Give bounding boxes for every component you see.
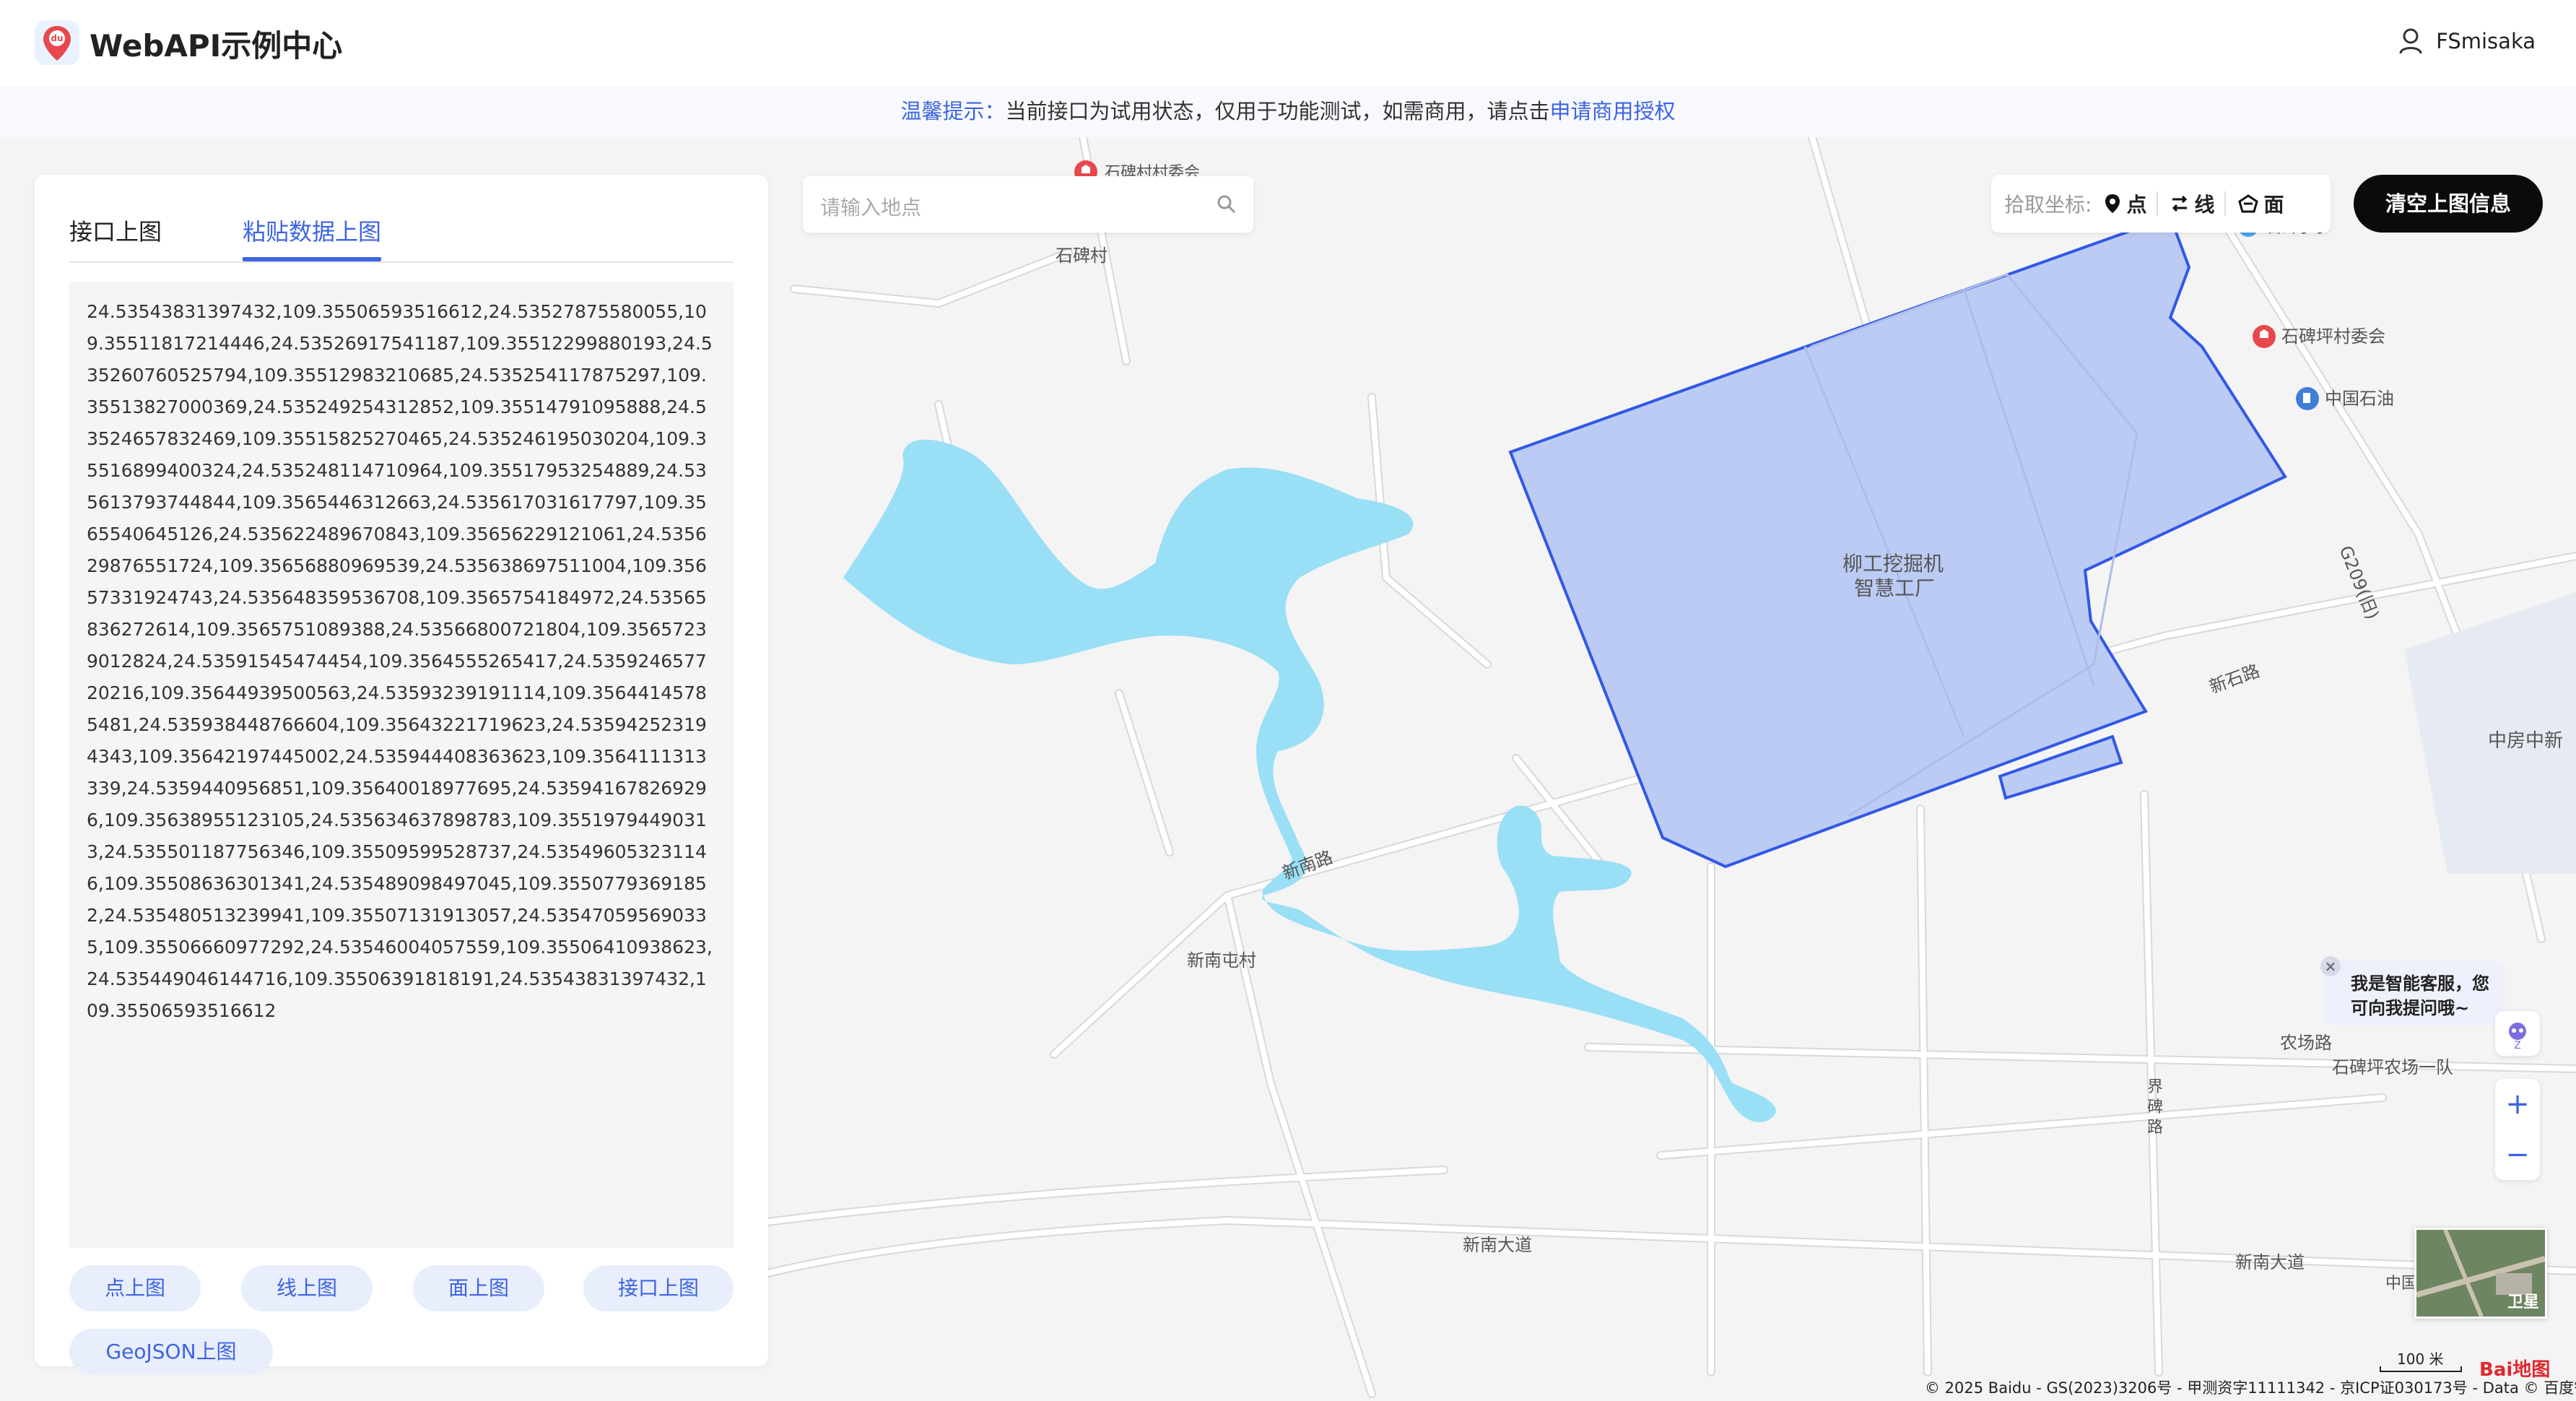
tab-paste-upload[interactable]: 粘贴数据上图 (243, 214, 381, 247)
panel-tabs: 接口上图 粘贴数据上图 (69, 195, 734, 263)
app-title: WebAPI示例中心 (90, 28, 343, 64)
user-menu[interactable]: FSmisaka (2398, 27, 2536, 55)
notice-text: 当前接口为试用状态，仅用于功能测试，如需商用，请点击 (1005, 99, 1550, 123)
map-label-factory-line1: 柳工挖掘机 (1842, 552, 1944, 576)
top-header: du WebAPI示例中心 FSmisaka (0, 0, 2576, 85)
search-icon[interactable] (1216, 194, 1237, 215)
map-label-xinnantun: 新南屯村 (1187, 950, 1256, 971)
notice-prefix: 温馨提示： (900, 99, 1006, 123)
zoom-control: + − (2495, 1079, 2540, 1180)
pick-polygon-label: 面 (2263, 193, 2284, 217)
map-label-village: 石碑村 (1056, 246, 1108, 266)
divider (2224, 191, 2227, 216)
notice-bar: 温馨提示：当前接口为试用状态，仅用于功能测试，如需商用，请点击申请商用授权 (0, 85, 2576, 137)
poi-petrochina (2296, 387, 2319, 410)
satellite-toggle[interactable]: 卫星 (2414, 1228, 2547, 1319)
upload-panel: 接口上图 粘贴数据上图 24.53543831397432,109.355065… (35, 175, 768, 1375)
map-label-farm-team: 石碑坪农场一队 (2332, 1057, 2453, 1077)
pick-point-label: 点 (2126, 193, 2147, 217)
coordinates-textarea[interactable]: 24.53543831397432,109.35506593516612,24.… (69, 282, 734, 1248)
map-label-farm-road: 农场路 (2280, 1033, 2332, 1053)
close-icon[interactable]: × (2320, 956, 2341, 976)
scale-label: 100 米 (2397, 1350, 2444, 1368)
map-label-jiebei-2: 碑 (2147, 1098, 2163, 1116)
polygon-icon (2238, 194, 2259, 213)
svg-text:du: du (51, 33, 63, 43)
clear-upload-button[interactable]: 清空上图信息 (2354, 175, 2543, 233)
baidu-map-logo-icon[interactable]: du (33, 19, 81, 66)
map-label-jiebei-3: 路 (2147, 1119, 2163, 1137)
robot-assistant-icon[interactable]: Z (2495, 1011, 2540, 1056)
line-icon (2172, 195, 2188, 212)
map-label-petrochina: 中国石油 (2325, 389, 2394, 409)
map-label-china: 中国 (2385, 1275, 2417, 1293)
zoom-in-button[interactable]: + (2495, 1079, 2540, 1129)
scale-line (2380, 1366, 2462, 1372)
assistant-line1: 我是智能客服，您 (2351, 973, 2489, 994)
poi-shibeiping-committee (2253, 325, 2276, 348)
pin-icon (2105, 194, 2120, 213)
user-name: FSmisaka (2436, 29, 2536, 53)
satellite-label: 卫星 (2507, 1293, 2539, 1311)
point-upload-button[interactable]: 点上图 (69, 1265, 201, 1311)
map-label-xinnan-ave-1: 新南大道 (1463, 1235, 1532, 1255)
line-upload-button[interactable]: 线上图 (241, 1265, 373, 1311)
divider (2157, 191, 2159, 216)
tab-api-upload[interactable]: 接口上图 (69, 214, 162, 247)
geojson-upload-button[interactable]: GeoJSON上图 (69, 1329, 273, 1375)
map-label-factory-line2: 智慧工厂 (1854, 576, 1935, 600)
pick-line-label: 线 (2194, 193, 2215, 217)
pick-line-button[interactable]: 线 (2170, 189, 2214, 218)
api-upload-button[interactable]: 接口上图 (583, 1265, 734, 1311)
pick-point-button[interactable]: 点 (2103, 189, 2146, 218)
place-search-box[interactable]: 请输入地点 (803, 176, 1253, 233)
map-label-jiebei-1: 界 (2147, 1078, 2163, 1096)
apply-license-link[interactable]: 申请商用授权 (1550, 99, 1676, 123)
pick-polygon-button[interactable]: 面 (2237, 189, 2284, 218)
polygon-upload-button[interactable]: 面上图 (413, 1265, 544, 1311)
active-tab-indicator (243, 257, 381, 261)
pick-coordinates-bar: 拾取坐标: 点 线 面 (1991, 175, 2331, 233)
map-label-zhongfang: 中房中新 (2488, 730, 2563, 752)
assistant-line2: 可向我提问哦~ (2351, 998, 2470, 1018)
svg-text:Z: Z (2514, 1040, 2521, 1051)
map-label-xinnan-ave-2: 新南大道 (2235, 1252, 2305, 1272)
assistant-bubble[interactable]: × 我是智能客服，您 可向我提问哦~ (2320, 956, 2505, 1025)
copyright-text: © 2025 Baidu - GS(2023)3206号 - 甲测资字11111… (1925, 1379, 2576, 1397)
search-input[interactable]: 请输入地点 (820, 192, 921, 221)
zoom-out-button[interactable]: − (2495, 1129, 2540, 1180)
pick-label: 拾取坐标: (2004, 193, 2092, 217)
user-icon (2399, 28, 2422, 54)
map-label-shibeiping-committee: 石碑坪村委会 (2281, 326, 2385, 347)
